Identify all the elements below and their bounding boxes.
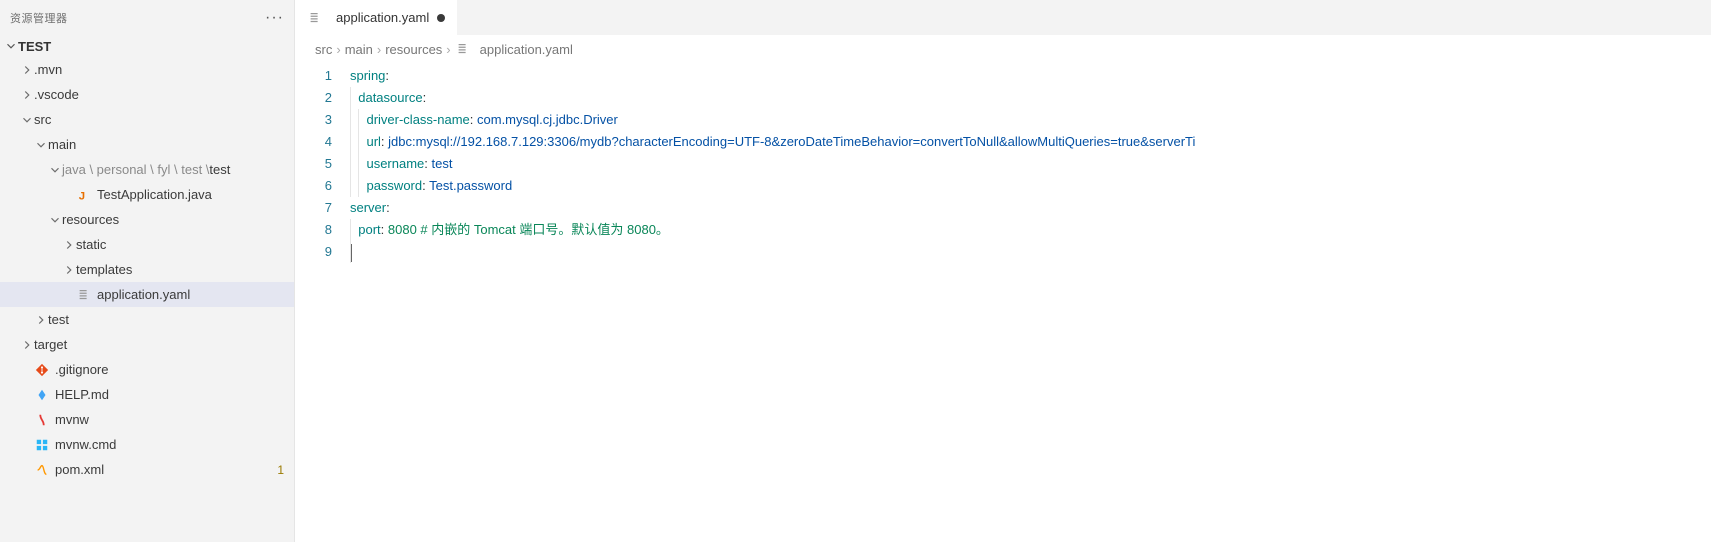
chevron-down-icon [48, 163, 62, 177]
path-prefix: java \ personal \ fyl \ test \ [62, 162, 209, 177]
breadcrumb-item[interactable]: main [345, 42, 373, 57]
breadcrumb-sep: › [377, 42, 381, 57]
breadcrumb-sep: › [336, 42, 340, 57]
tree-item[interactable]: mvnw [0, 407, 294, 432]
code-content[interactable]: spring: datasource: driver-class-name: c… [350, 61, 1711, 542]
tree-item-label: TestApplication.java [97, 187, 212, 202]
chevron-right-icon [20, 63, 34, 77]
tree-item-label: test [209, 162, 230, 177]
tree-item[interactable]: resources [0, 207, 294, 232]
tree-item-label: target [34, 337, 67, 352]
explorer-title: 资源管理器 [10, 10, 265, 26]
mvnw-icon [34, 412, 50, 428]
win-icon [34, 437, 50, 453]
tree-item-label: .gitignore [55, 362, 108, 377]
svg-text:J: J [79, 190, 85, 202]
chevron-down-icon [4, 39, 18, 53]
tree-item[interactable]: J TestApplication.java [0, 182, 294, 207]
tree-item[interactable]: src [0, 107, 294, 132]
editor-area: application.yaml src › main › resources › appl… [295, 0, 1711, 542]
tree-item-label: HELP.md [55, 387, 109, 402]
tree-item-label: test [48, 312, 69, 327]
yaml-icon [455, 41, 471, 57]
tree-item[interactable]: templates [0, 257, 294, 282]
xml-icon [34, 462, 50, 478]
tree-item[interactable]: mvnw.cmd [0, 432, 294, 457]
yaml-icon [307, 10, 323, 26]
chevron-down-icon [34, 138, 48, 152]
twistie-spacer [20, 463, 34, 477]
chevron-down-icon [48, 213, 62, 227]
tree-item[interactable]: target [0, 332, 294, 357]
tree-item[interactable]: static [0, 232, 294, 257]
explorer-sidebar: 资源管理器 ··· TEST .mvn .vscode src main java \ … [0, 0, 295, 542]
tree-item-label: mvnw [55, 412, 89, 427]
file-tree: .mvn .vscode src main java \ personal \ fyl … [0, 57, 294, 542]
tab-label: application.yaml [336, 10, 429, 25]
dirty-indicator-icon [437, 14, 445, 22]
tree-item-label: application.yaml [97, 287, 190, 302]
chevron-right-icon [62, 263, 76, 277]
tree-item-label: resources [62, 212, 119, 227]
tree-item-label: main [48, 137, 76, 152]
tree-item[interactable]: pom.xml 1 [0, 457, 294, 482]
tree-item[interactable]: java \ personal \ fyl \ test \ test [0, 157, 294, 182]
twistie-spacer [20, 413, 34, 427]
modification-badge: 1 [267, 463, 294, 477]
tree-item[interactable]: test [0, 307, 294, 332]
tree-item[interactable]: .mvn [0, 57, 294, 82]
code-editor[interactable]: 123456789 spring: datasource: driver-cla… [295, 61, 1711, 542]
explorer-header: 资源管理器 ··· [0, 0, 294, 35]
help-icon [34, 387, 50, 403]
breadcrumb: src › main › resources › application.yaml [295, 35, 1711, 61]
git-icon [34, 362, 50, 378]
tab-bar: application.yaml [295, 0, 1711, 35]
chevron-right-icon [20, 338, 34, 352]
tree-item-label: pom.xml [55, 462, 104, 477]
tree-item-label: src [34, 112, 51, 127]
chevron-right-icon [34, 313, 48, 327]
tab-application-yaml[interactable]: application.yaml [295, 0, 457, 35]
more-icon[interactable]: ··· [265, 9, 284, 27]
twistie-spacer [20, 363, 34, 377]
twistie-spacer [20, 438, 34, 452]
tree-item-label: static [76, 237, 106, 252]
line-gutter: 123456789 [295, 61, 350, 542]
twistie-spacer [62, 288, 76, 302]
tree-item[interactable]: application.yaml [0, 282, 294, 307]
tree-item-label: .mvn [34, 62, 62, 77]
breadcrumb-item[interactable]: resources [385, 42, 442, 57]
java-icon: J [76, 187, 92, 203]
tree-item[interactable]: .gitignore [0, 357, 294, 382]
tree-item-label: mvnw.cmd [55, 437, 116, 452]
twistie-spacer [62, 188, 76, 202]
tree-item-label: templates [76, 262, 132, 277]
chevron-right-icon [62, 238, 76, 252]
breadcrumb-sep: › [446, 42, 450, 57]
tree-item[interactable]: HELP.md [0, 382, 294, 407]
chevron-right-icon [20, 88, 34, 102]
tree-item[interactable]: main [0, 132, 294, 157]
tree-item-label: .vscode [34, 87, 79, 102]
twistie-spacer [20, 388, 34, 402]
project-root[interactable]: TEST [0, 35, 294, 57]
yaml-icon [76, 287, 92, 303]
chevron-down-icon [20, 113, 34, 127]
breadcrumb-item[interactable]: application.yaml [480, 42, 573, 57]
project-root-label: TEST [18, 39, 51, 54]
breadcrumb-item[interactable]: src [315, 42, 332, 57]
tree-item[interactable]: .vscode [0, 82, 294, 107]
